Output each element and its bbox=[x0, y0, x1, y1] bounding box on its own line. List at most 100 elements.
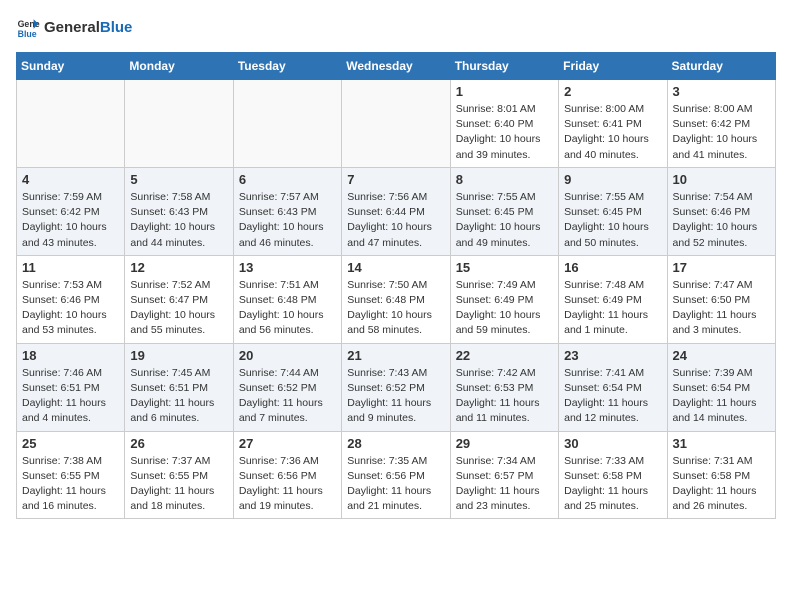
day-info: Sunrise: 7:37 AMSunset: 6:55 PMDaylight:… bbox=[130, 454, 227, 515]
calendar-week-row: 1 Sunrise: 8:01 AMSunset: 6:40 PMDaylight… bbox=[17, 80, 776, 168]
day-info: Sunrise: 7:58 AMSunset: 6:43 PMDaylight:… bbox=[130, 190, 227, 251]
day-number: 2 bbox=[564, 84, 661, 99]
day-number: 11 bbox=[22, 260, 119, 275]
calendar-day-cell: 10 Sunrise: 7:54 AMSunset: 6:46 PMDayligh… bbox=[667, 167, 775, 255]
logo-text: GeneralBlue bbox=[44, 19, 132, 37]
day-number: 3 bbox=[673, 84, 770, 99]
day-info: Sunrise: 7:55 AMSunset: 6:45 PMDaylight:… bbox=[456, 190, 553, 251]
day-info: Sunrise: 7:35 AMSunset: 6:56 PMDaylight:… bbox=[347, 454, 444, 515]
day-of-week-header: Saturday bbox=[667, 53, 775, 80]
day-number: 5 bbox=[130, 172, 227, 187]
page-header: General Blue GeneralBlue bbox=[16, 16, 776, 40]
calendar-week-row: 25 Sunrise: 7:38 AMSunset: 6:55 PMDayligh… bbox=[17, 431, 776, 519]
calendar-day-cell: 12 Sunrise: 7:52 AMSunset: 6:47 PMDayligh… bbox=[125, 255, 233, 343]
calendar-day-cell: 21 Sunrise: 7:43 AMSunset: 6:52 PMDayligh… bbox=[342, 343, 450, 431]
calendar-week-row: 18 Sunrise: 7:46 AMSunset: 6:51 PMDayligh… bbox=[17, 343, 776, 431]
day-number: 20 bbox=[239, 348, 336, 363]
day-number: 17 bbox=[673, 260, 770, 275]
day-info: Sunrise: 7:47 AMSunset: 6:50 PMDaylight:… bbox=[673, 278, 770, 339]
day-info: Sunrise: 7:50 AMSunset: 6:48 PMDaylight:… bbox=[347, 278, 444, 339]
calendar-day-cell: 15 Sunrise: 7:49 AMSunset: 6:49 PMDayligh… bbox=[450, 255, 558, 343]
day-number: 22 bbox=[456, 348, 553, 363]
day-number: 8 bbox=[456, 172, 553, 187]
calendar-day-cell: 5 Sunrise: 7:58 AMSunset: 6:43 PMDaylight… bbox=[125, 167, 233, 255]
day-info: Sunrise: 7:56 AMSunset: 6:44 PMDaylight:… bbox=[347, 190, 444, 251]
day-number: 7 bbox=[347, 172, 444, 187]
calendar-day-cell bbox=[342, 80, 450, 168]
day-info: Sunrise: 8:01 AMSunset: 6:40 PMDaylight:… bbox=[456, 102, 553, 163]
day-number: 30 bbox=[564, 436, 661, 451]
day-number: 12 bbox=[130, 260, 227, 275]
calendar-day-cell: 14 Sunrise: 7:50 AMSunset: 6:48 PMDayligh… bbox=[342, 255, 450, 343]
day-of-week-header: Wednesday bbox=[342, 53, 450, 80]
calendar-day-cell: 29 Sunrise: 7:34 AMSunset: 6:57 PMDayligh… bbox=[450, 431, 558, 519]
calendar-day-cell bbox=[233, 80, 341, 168]
calendar-day-cell: 4Sunrise: 7:59 AMSunset: 6:42 PMDaylight… bbox=[17, 167, 125, 255]
day-of-week-header: Tuesday bbox=[233, 53, 341, 80]
logo: General Blue GeneralBlue bbox=[16, 16, 132, 40]
day-number: 25 bbox=[22, 436, 119, 451]
calendar-day-cell: 2 Sunrise: 8:00 AMSunset: 6:41 PMDaylight… bbox=[559, 80, 667, 168]
calendar-day-cell: 23 Sunrise: 7:41 AMSunset: 6:54 PMDayligh… bbox=[559, 343, 667, 431]
day-number: 1 bbox=[456, 84, 553, 99]
day-info: Sunrise: 7:38 AMSunset: 6:55 PMDaylight:… bbox=[22, 454, 119, 515]
day-info: Sunrise: 7:45 AMSunset: 6:51 PMDaylight:… bbox=[130, 366, 227, 427]
day-info: Sunrise: 7:59 AMSunset: 6:42 PMDaylight:… bbox=[22, 190, 119, 251]
calendar-day-cell bbox=[17, 80, 125, 168]
calendar-day-cell: 25 Sunrise: 7:38 AMSunset: 6:55 PMDayligh… bbox=[17, 431, 125, 519]
day-number: 29 bbox=[456, 436, 553, 451]
day-info: Sunrise: 7:44 AMSunset: 6:52 PMDaylight:… bbox=[239, 366, 336, 427]
calendar-day-cell: 17 Sunrise: 7:47 AMSunset: 6:50 PMDayligh… bbox=[667, 255, 775, 343]
day-number: 21 bbox=[347, 348, 444, 363]
calendar-day-cell: 8 Sunrise: 7:55 AMSunset: 6:45 PMDaylight… bbox=[450, 167, 558, 255]
calendar-day-cell: 28 Sunrise: 7:35 AMSunset: 6:56 PMDayligh… bbox=[342, 431, 450, 519]
day-info: Sunrise: 7:33 AMSunset: 6:58 PMDaylight:… bbox=[564, 454, 661, 515]
day-info: Sunrise: 7:57 AMSunset: 6:43 PMDaylight:… bbox=[239, 190, 336, 251]
calendar-day-cell: 1 Sunrise: 8:01 AMSunset: 6:40 PMDaylight… bbox=[450, 80, 558, 168]
day-number: 16 bbox=[564, 260, 661, 275]
day-info: Sunrise: 7:42 AMSunset: 6:53 PMDaylight:… bbox=[456, 366, 553, 427]
day-info: Sunrise: 7:34 AMSunset: 6:57 PMDaylight:… bbox=[456, 454, 553, 515]
day-info: Sunrise: 7:41 AMSunset: 6:54 PMDaylight:… bbox=[564, 366, 661, 427]
calendar-day-cell: 13 Sunrise: 7:51 AMSunset: 6:48 PMDayligh… bbox=[233, 255, 341, 343]
day-of-week-header: Monday bbox=[125, 53, 233, 80]
calendar-day-cell: 7 Sunrise: 7:56 AMSunset: 6:44 PMDaylight… bbox=[342, 167, 450, 255]
day-info: Sunrise: 7:52 AMSunset: 6:47 PMDaylight:… bbox=[130, 278, 227, 339]
day-number: 19 bbox=[130, 348, 227, 363]
calendar-day-cell: 18 Sunrise: 7:46 AMSunset: 6:51 PMDayligh… bbox=[17, 343, 125, 431]
day-number: 28 bbox=[347, 436, 444, 451]
day-info: Sunrise: 7:51 AMSunset: 6:48 PMDaylight:… bbox=[239, 278, 336, 339]
calendar-day-cell: 6 Sunrise: 7:57 AMSunset: 6:43 PMDaylight… bbox=[233, 167, 341, 255]
day-info: Sunrise: 7:53 AMSunset: 6:46 PMDaylight:… bbox=[22, 278, 119, 339]
calendar-day-cell: 30 Sunrise: 7:33 AMSunset: 6:58 PMDayligh… bbox=[559, 431, 667, 519]
day-info: Sunrise: 7:43 AMSunset: 6:52 PMDaylight:… bbox=[347, 366, 444, 427]
day-info: Sunrise: 7:49 AMSunset: 6:49 PMDaylight:… bbox=[456, 278, 553, 339]
svg-text:Blue: Blue bbox=[18, 29, 37, 39]
day-info: Sunrise: 7:54 AMSunset: 6:46 PMDaylight:… bbox=[673, 190, 770, 251]
calendar-day-cell: 9Sunrise: 7:55 AMSunset: 6:45 PMDaylight… bbox=[559, 167, 667, 255]
day-of-week-header: Sunday bbox=[17, 53, 125, 80]
day-info: Sunrise: 7:31 AMSunset: 6:58 PMDaylight:… bbox=[673, 454, 770, 515]
day-of-week-header: Friday bbox=[559, 53, 667, 80]
calendar-day-cell: 31 Sunrise: 7:31 AMSunset: 6:58 PMDayligh… bbox=[667, 431, 775, 519]
day-number: 6 bbox=[239, 172, 336, 187]
day-number: 15 bbox=[456, 260, 553, 275]
calendar-week-row: 11 Sunrise: 7:53 AMSunset: 6:46 PMDayligh… bbox=[17, 255, 776, 343]
day-number: 31 bbox=[673, 436, 770, 451]
day-info: Sunrise: 7:46 AMSunset: 6:51 PMDaylight:… bbox=[22, 366, 119, 427]
calendar-day-cell: 3Sunrise: 8:00 AMSunset: 6:42 PMDaylight… bbox=[667, 80, 775, 168]
day-number: 10 bbox=[673, 172, 770, 187]
day-info: Sunrise: 8:00 AMSunset: 6:41 PMDaylight:… bbox=[564, 102, 661, 163]
day-number: 13 bbox=[239, 260, 336, 275]
day-of-week-header: Thursday bbox=[450, 53, 558, 80]
day-number: 9 bbox=[564, 172, 661, 187]
day-number: 14 bbox=[347, 260, 444, 275]
calendar-week-row: 4Sunrise: 7:59 AMSunset: 6:42 PMDaylight… bbox=[17, 167, 776, 255]
day-number: 23 bbox=[564, 348, 661, 363]
day-number: 24 bbox=[673, 348, 770, 363]
calendar-table: SundayMondayTuesdayWednesdayThursdayFrid… bbox=[16, 52, 776, 519]
day-info: Sunrise: 7:48 AMSunset: 6:49 PMDaylight:… bbox=[564, 278, 661, 339]
calendar-header-row: SundayMondayTuesdayWednesdayThursdayFrid… bbox=[17, 53, 776, 80]
day-info: Sunrise: 7:39 AMSunset: 6:54 PMDaylight:… bbox=[673, 366, 770, 427]
day-number: 18 bbox=[22, 348, 119, 363]
